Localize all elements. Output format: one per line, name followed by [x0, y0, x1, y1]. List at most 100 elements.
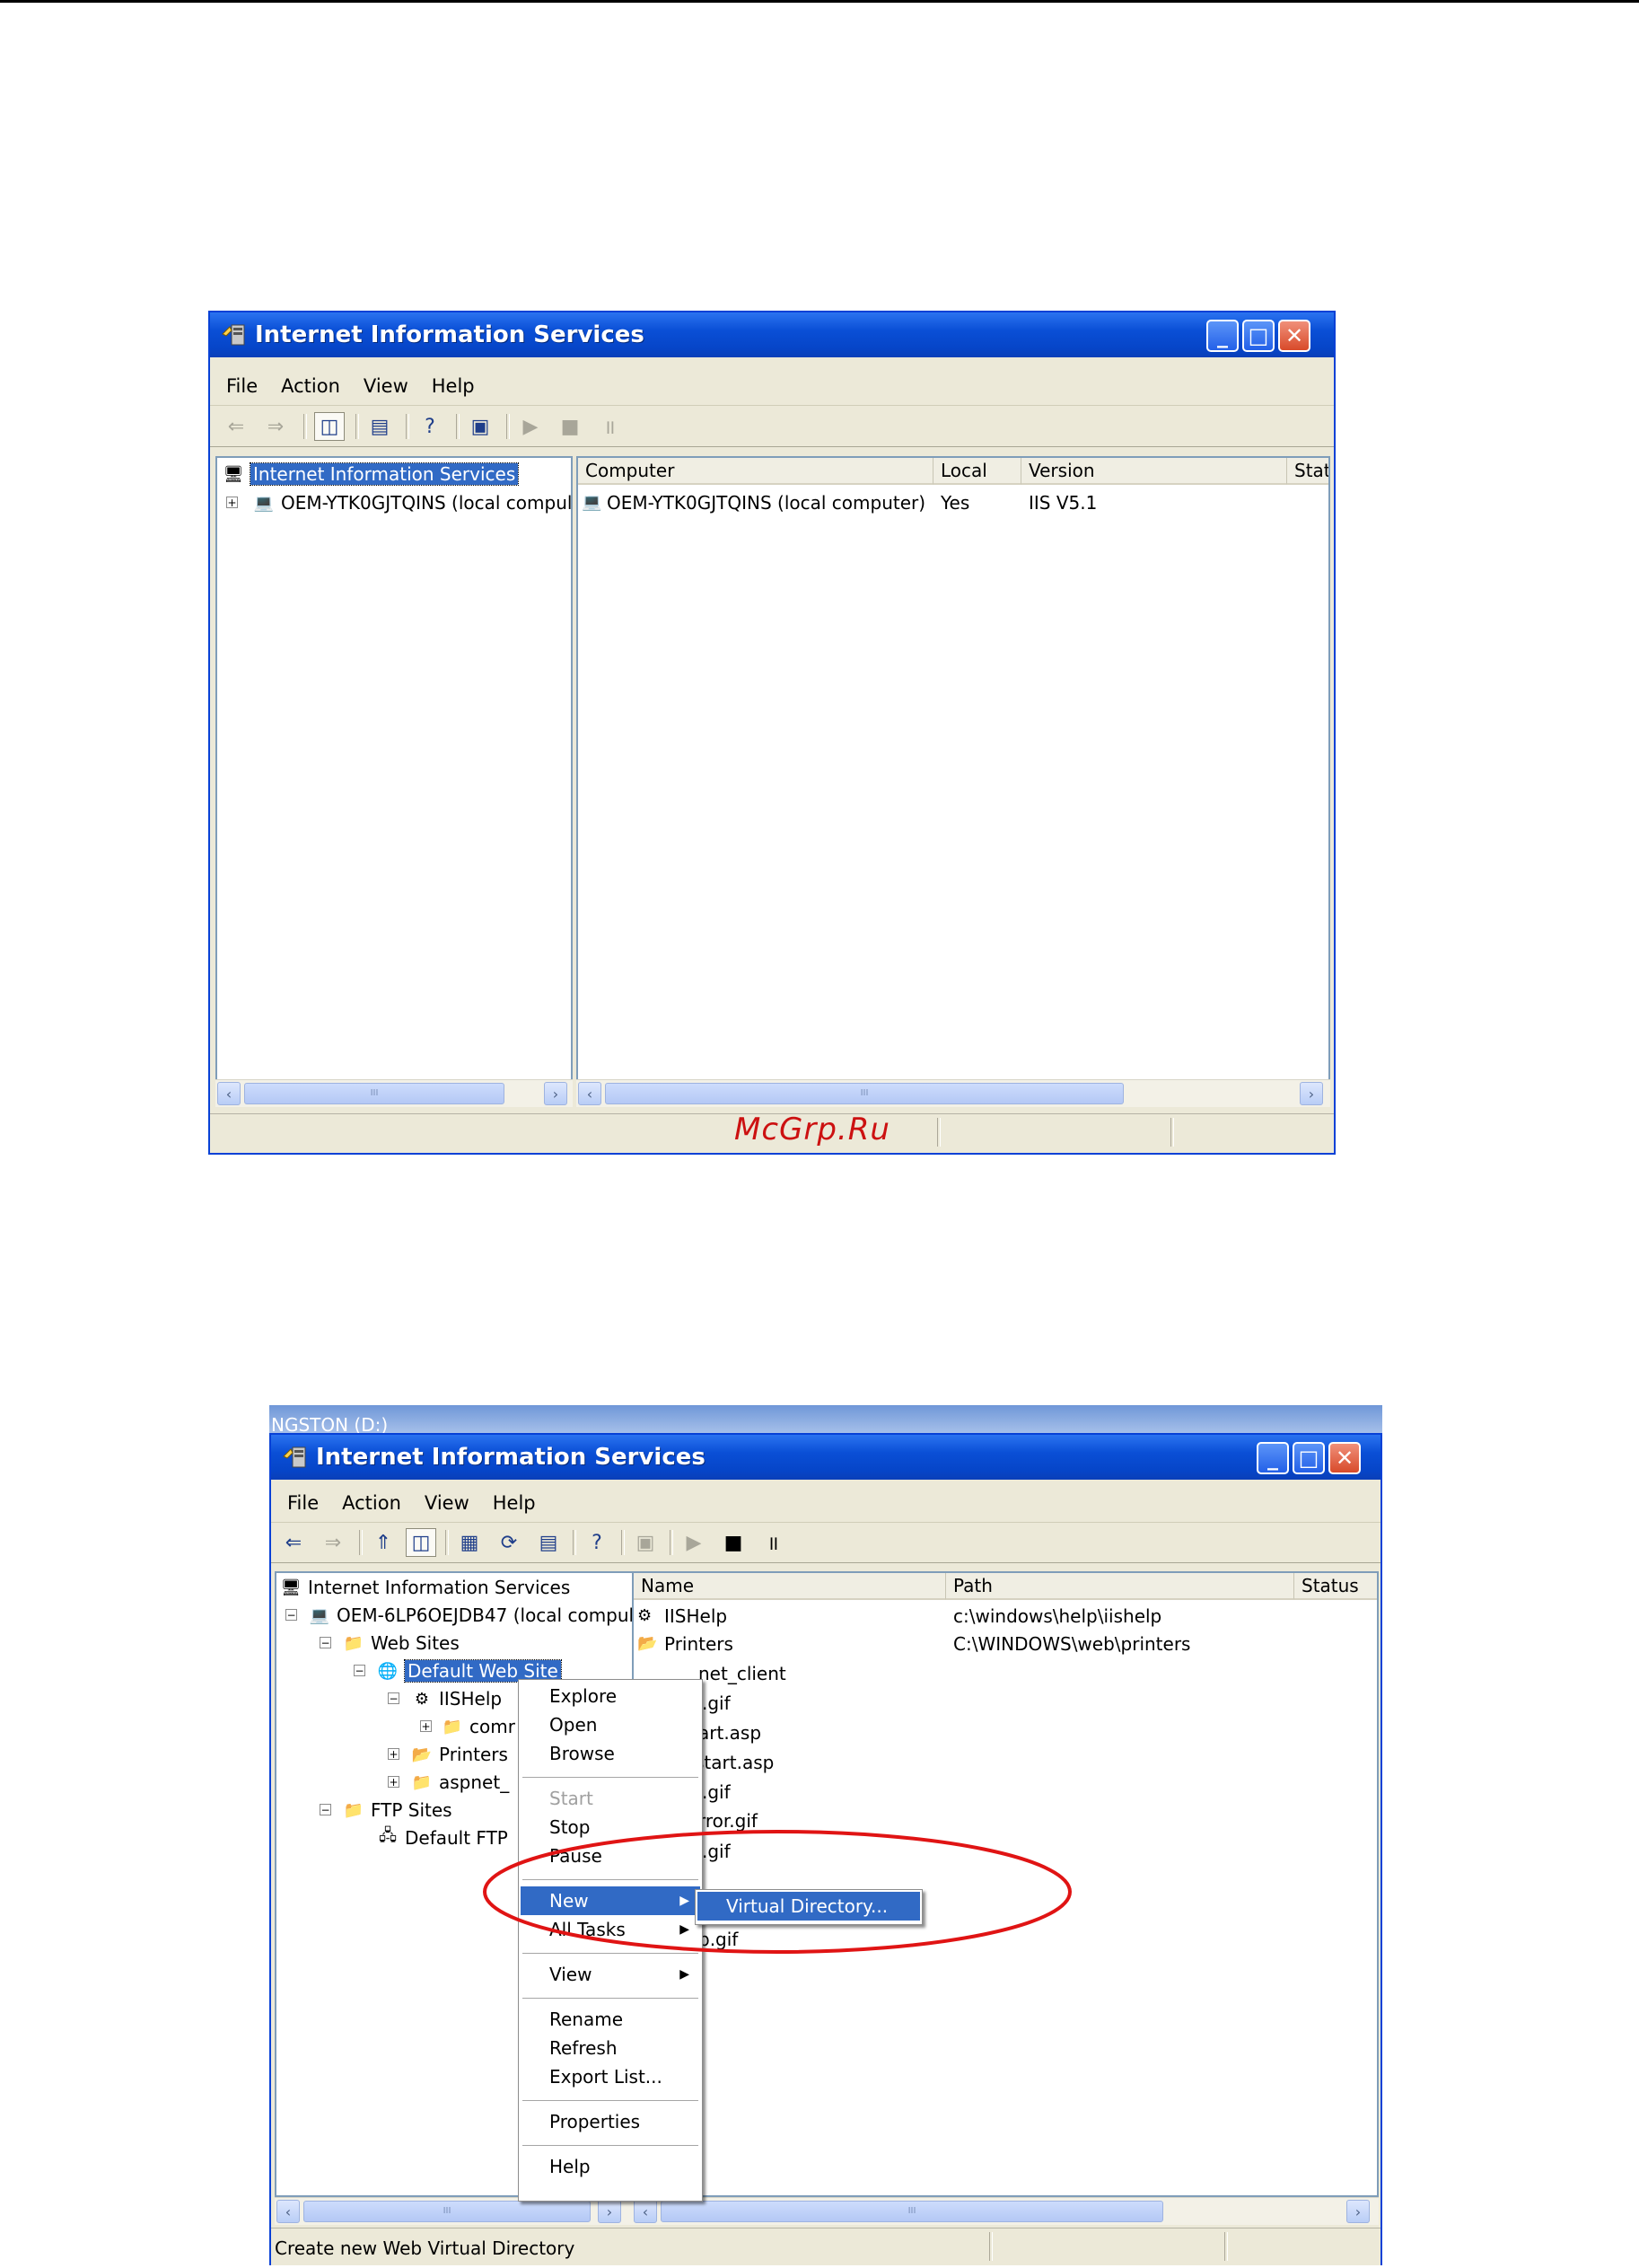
column-header-local[interactable]: Local — [933, 458, 1021, 485]
list-item[interactable]: start.asp — [695, 1750, 774, 1775]
scroll-right-icon[interactable]: › — [598, 2200, 621, 2223]
tree-ftp-sites-item[interactable]: 📁 FTP Sites — [341, 1798, 452, 1823]
column-header-status[interactable]: Status — [1294, 1573, 1377, 1600]
column-header-name[interactable]: Name — [634, 1573, 946, 1600]
scroll-left-icon[interactable]: ‹ — [634, 2200, 657, 2223]
menu-view[interactable]: View — [364, 375, 408, 397]
list-item[interactable]: net_client — [698, 1661, 786, 1686]
start-icon[interactable]: ▶ — [515, 412, 546, 441]
computer-cell[interactable]: 💻 OEM-YTK0GJTQINS (local computer) — [582, 490, 925, 515]
properties-icon[interactable]: ▦ — [454, 1528, 485, 1557]
menu-help[interactable]: Help — [493, 1492, 536, 1514]
menu-item-properties[interactable]: Properties — [521, 2107, 700, 2136]
connect-computer-icon[interactable]: ▣ — [465, 412, 495, 441]
stop-icon[interactable]: ■ — [555, 412, 585, 441]
menu-item-view[interactable]: View ▶ — [521, 1960, 700, 1989]
scroll-thumb[interactable]: III — [244, 1083, 504, 1104]
title-bar[interactable]: Internet Information Services _ □ ✕ — [271, 1435, 1380, 1480]
column-header-version[interactable]: Version — [1021, 458, 1287, 485]
stop-icon[interactable]: ■ — [718, 1528, 749, 1557]
maximize-button[interactable]: □ — [1242, 320, 1275, 352]
pause-icon[interactable]: ॥ — [594, 412, 625, 441]
tree-computer-item[interactable]: 💻 OEM-6LP6OEJDB47 (local compul — [307, 1603, 632, 1628]
tree-aspnet-item[interactable]: 📁 aspnet_ — [409, 1770, 509, 1795]
menu-item-refresh[interactable]: Refresh — [521, 2034, 700, 2062]
menu-item-start[interactable]: Start — [521, 1784, 700, 1813]
collapse-icon[interactable]: − — [354, 1665, 365, 1676]
export-list-icon[interactable]: ▤ — [533, 1528, 564, 1557]
column-header-path[interactable]: Path — [946, 1573, 1294, 1600]
menu-action[interactable]: Action — [281, 375, 340, 397]
tree-root-item[interactable]: 🖥 Internet Information Services — [221, 462, 520, 487]
tree-iishelp-item[interactable]: ⚙ IISHelp — [409, 1686, 502, 1711]
menu-item-rename[interactable]: Rename — [521, 2005, 700, 2034]
menu-file[interactable]: File — [287, 1492, 319, 1514]
expand-icon[interactable]: + — [420, 1720, 432, 1732]
list-item-printers[interactable]: 📂 Printers — [637, 1631, 733, 1657]
refresh-icon[interactable]: ⟳ — [494, 1528, 524, 1557]
show-hide-tree-icon[interactable]: ◫ — [314, 412, 345, 441]
forward-arrow-icon[interactable]: ⇒ — [318, 1528, 348, 1557]
tree-printers-item[interactable]: 📂 Printers — [409, 1742, 508, 1767]
up-one-level-icon[interactable]: ⇑ — [368, 1528, 399, 1557]
back-arrow-icon[interactable]: ⇐ — [278, 1528, 309, 1557]
expand-icon[interactable]: + — [388, 1748, 399, 1760]
menu-file[interactable]: File — [226, 375, 258, 397]
menu-action[interactable]: Action — [342, 1492, 401, 1514]
scroll-left-icon[interactable]: ‹ — [276, 2200, 300, 2223]
collapse-icon[interactable]: − — [285, 1609, 297, 1621]
scroll-left-icon[interactable]: ‹ — [217, 1082, 241, 1105]
scroll-thumb[interactable]: III — [303, 2201, 591, 2222]
scroll-right-icon[interactable]: › — [544, 1082, 567, 1105]
collapse-icon[interactable]: − — [320, 1637, 331, 1648]
collapse-icon[interactable]: − — [388, 1692, 399, 1704]
menu-item-export-list[interactable]: Export List... — [521, 2062, 700, 2091]
tree-common-label: comr — [469, 1716, 515, 1737]
export-list-icon[interactable]: ▤ — [364, 412, 395, 441]
menu-item-explore[interactable]: Explore — [521, 1682, 700, 1710]
list-hscrollbar[interactable]: ‹ III › — [576, 1079, 1330, 1107]
tree-web-sites-item[interactable]: 📁 Web Sites — [341, 1631, 460, 1656]
maximize-icon: □ — [1248, 323, 1269, 348]
menu-item-browse[interactable]: Browse — [521, 1739, 700, 1768]
collapse-icon[interactable]: − — [320, 1804, 331, 1815]
help-icon[interactable]: ? — [415, 412, 445, 441]
minimize-button[interactable]: _ — [1257, 1442, 1289, 1474]
scroll-thumb[interactable]: III — [605, 1083, 1124, 1104]
scroll-left-icon[interactable]: ‹ — [578, 1082, 601, 1105]
scroll-right-icon[interactable]: › — [1300, 1082, 1323, 1105]
menu-item-help[interactable]: Help — [521, 2152, 700, 2181]
expand-icon[interactable]: + — [388, 1776, 399, 1788]
list-item-iishelp[interactable]: ⚙ IISHelp — [637, 1604, 727, 1629]
scroll-thumb[interactable]: III — [661, 2201, 1163, 2222]
column-header-status[interactable]: Stat — [1287, 458, 1328, 485]
list-item[interactable]: .gif — [702, 1691, 731, 1716]
menu-view[interactable]: View — [425, 1492, 469, 1514]
show-hide-tree-icon[interactable]: ◫ — [406, 1528, 436, 1557]
menu-item-open[interactable]: Open — [521, 1710, 700, 1739]
list-item[interactable]: .gif — [702, 1780, 731, 1805]
minimize-button[interactable]: _ — [1206, 320, 1239, 352]
pause-icon[interactable]: ॥ — [758, 1528, 788, 1557]
tree-hscrollbar[interactable]: ‹ III › — [215, 1079, 573, 1107]
back-arrow-icon[interactable]: ⇐ — [221, 412, 251, 441]
tree-common-item[interactable]: 📁 comr — [440, 1714, 515, 1739]
list-item[interactable]: art.asp — [698, 1720, 761, 1745]
column-header-computer[interactable]: Computer — [578, 458, 933, 485]
scroll-right-icon[interactable]: › — [1346, 2200, 1370, 2223]
expand-icon[interactable]: + — [226, 497, 238, 508]
help-icon[interactable]: ? — [582, 1528, 612, 1557]
menu-help[interactable]: Help — [432, 375, 475, 397]
folder-icon: 📁 — [343, 1633, 364, 1653]
title-bar[interactable]: Internet Information Services _ □ ✕ — [210, 312, 1334, 357]
tree-computer-item[interactable]: 💻 OEM-YTK0GJTQINS (local compul — [251, 490, 571, 515]
close-button[interactable]: ✕ — [1328, 1442, 1361, 1474]
forward-arrow-icon[interactable]: ⇒ — [260, 412, 291, 441]
connect-computer-icon[interactable]: ▣ — [630, 1528, 661, 1557]
tree-root-item[interactable]: 🖥 Internet Information Services — [278, 1575, 571, 1600]
maximize-button[interactable]: □ — [1293, 1442, 1325, 1474]
close-button[interactable]: ✕ — [1278, 320, 1310, 352]
list-hscrollbar[interactable]: ‹ III › — [632, 2197, 1379, 2225]
toolbar-separator — [621, 1530, 625, 1555]
start-icon[interactable]: ▶ — [679, 1528, 709, 1557]
